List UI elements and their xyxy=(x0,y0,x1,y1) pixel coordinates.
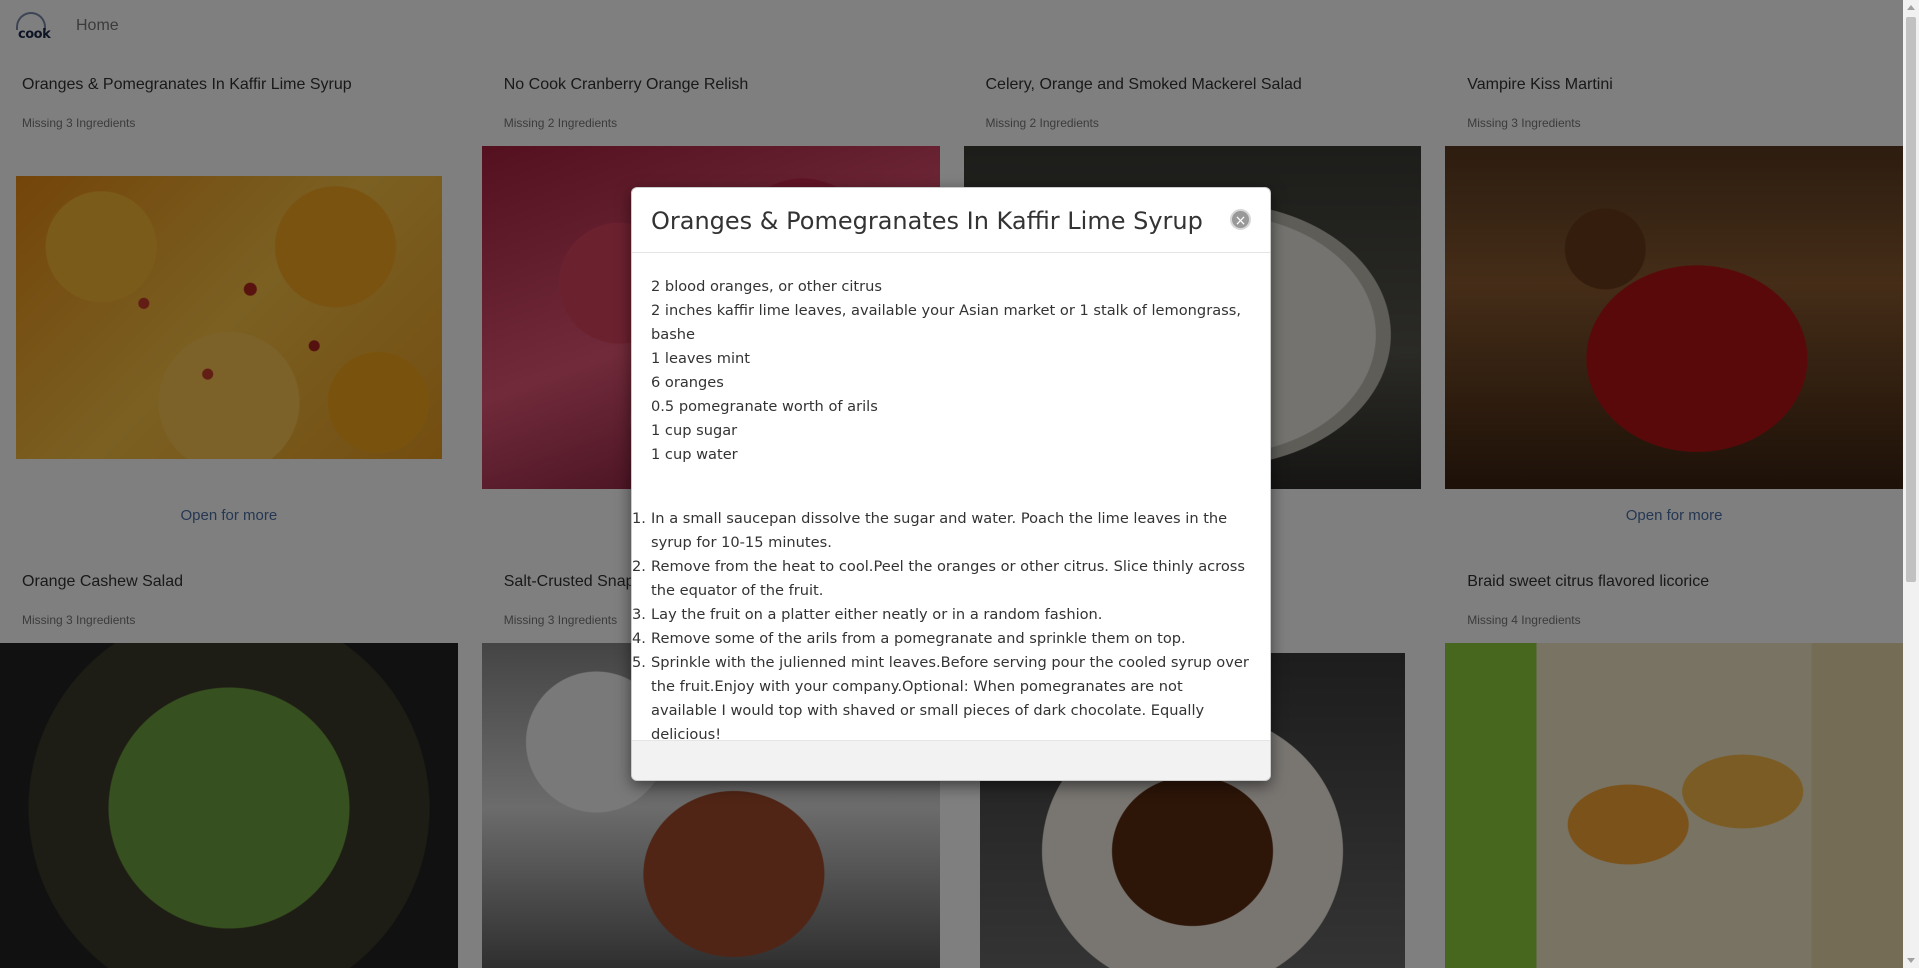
ingredient-item: 6 oranges xyxy=(651,374,724,391)
ingredient-item: 1 cup water xyxy=(651,446,738,463)
ingredient-item: 1 cup sugar xyxy=(651,422,738,439)
step-text: Sprinkle with the julienned mint leaves.… xyxy=(651,654,1249,743)
instruction-step: 2. Remove from the heat to cool.Peel the… xyxy=(632,555,1251,603)
scroll-down-arrow-icon[interactable] xyxy=(1907,958,1915,963)
step-number: 4. xyxy=(632,630,646,647)
scroll-thumb[interactable] xyxy=(1906,17,1916,582)
step-text: Remove some of the arils from a pomegran… xyxy=(651,630,1186,647)
ingredient-list: 2 blood oranges, or other citrus 2 inche… xyxy=(651,275,1251,467)
step-number: 1. xyxy=(632,510,646,527)
step-text: Remove from the heat to cool.Peel the or… xyxy=(651,558,1245,599)
instruction-list: 1. In a small saucepan dissolve the suga… xyxy=(632,507,1251,747)
step-number: 5. xyxy=(632,654,646,671)
ingredient-item: 2 blood oranges, or other citrus xyxy=(651,278,882,295)
instruction-step: 3. Lay the fruit on a platter either nea… xyxy=(632,603,1251,627)
page-scrollbar[interactable] xyxy=(1903,0,1919,968)
ingredient-item: 0.5 pomegranate worth of arils xyxy=(651,398,878,415)
step-text: Lay the fruit on a platter either neatly… xyxy=(651,606,1103,623)
instruction-step: 5. Sprinkle with the julienned mint leav… xyxy=(632,651,1251,747)
recipe-modal: Oranges & Pomegranates In Kaffir Lime Sy… xyxy=(631,187,1271,781)
instruction-step: 4. Remove some of the arils from a pomeg… xyxy=(632,627,1251,651)
modal-footer xyxy=(632,740,1270,780)
step-number: 2. xyxy=(632,558,646,575)
step-text: In a small saucepan dissolve the sugar a… xyxy=(651,510,1228,551)
step-number: 3. xyxy=(632,606,646,623)
scroll-up-arrow-icon[interactable] xyxy=(1907,5,1915,10)
ingredient-item: 2 inches kaffir lime leaves, available y… xyxy=(651,302,1241,343)
modal-body: 2 blood oranges, or other citrus 2 inche… xyxy=(632,253,1270,747)
modal-title: Oranges & Pomegranates In Kaffir Lime Sy… xyxy=(651,207,1203,235)
modal-header: Oranges & Pomegranates In Kaffir Lime Sy… xyxy=(632,188,1270,253)
close-icon[interactable]: × xyxy=(1230,209,1251,230)
ingredient-item: 1 leaves mint xyxy=(651,350,750,367)
instruction-step: 1. In a small saucepan dissolve the suga… xyxy=(632,507,1251,555)
